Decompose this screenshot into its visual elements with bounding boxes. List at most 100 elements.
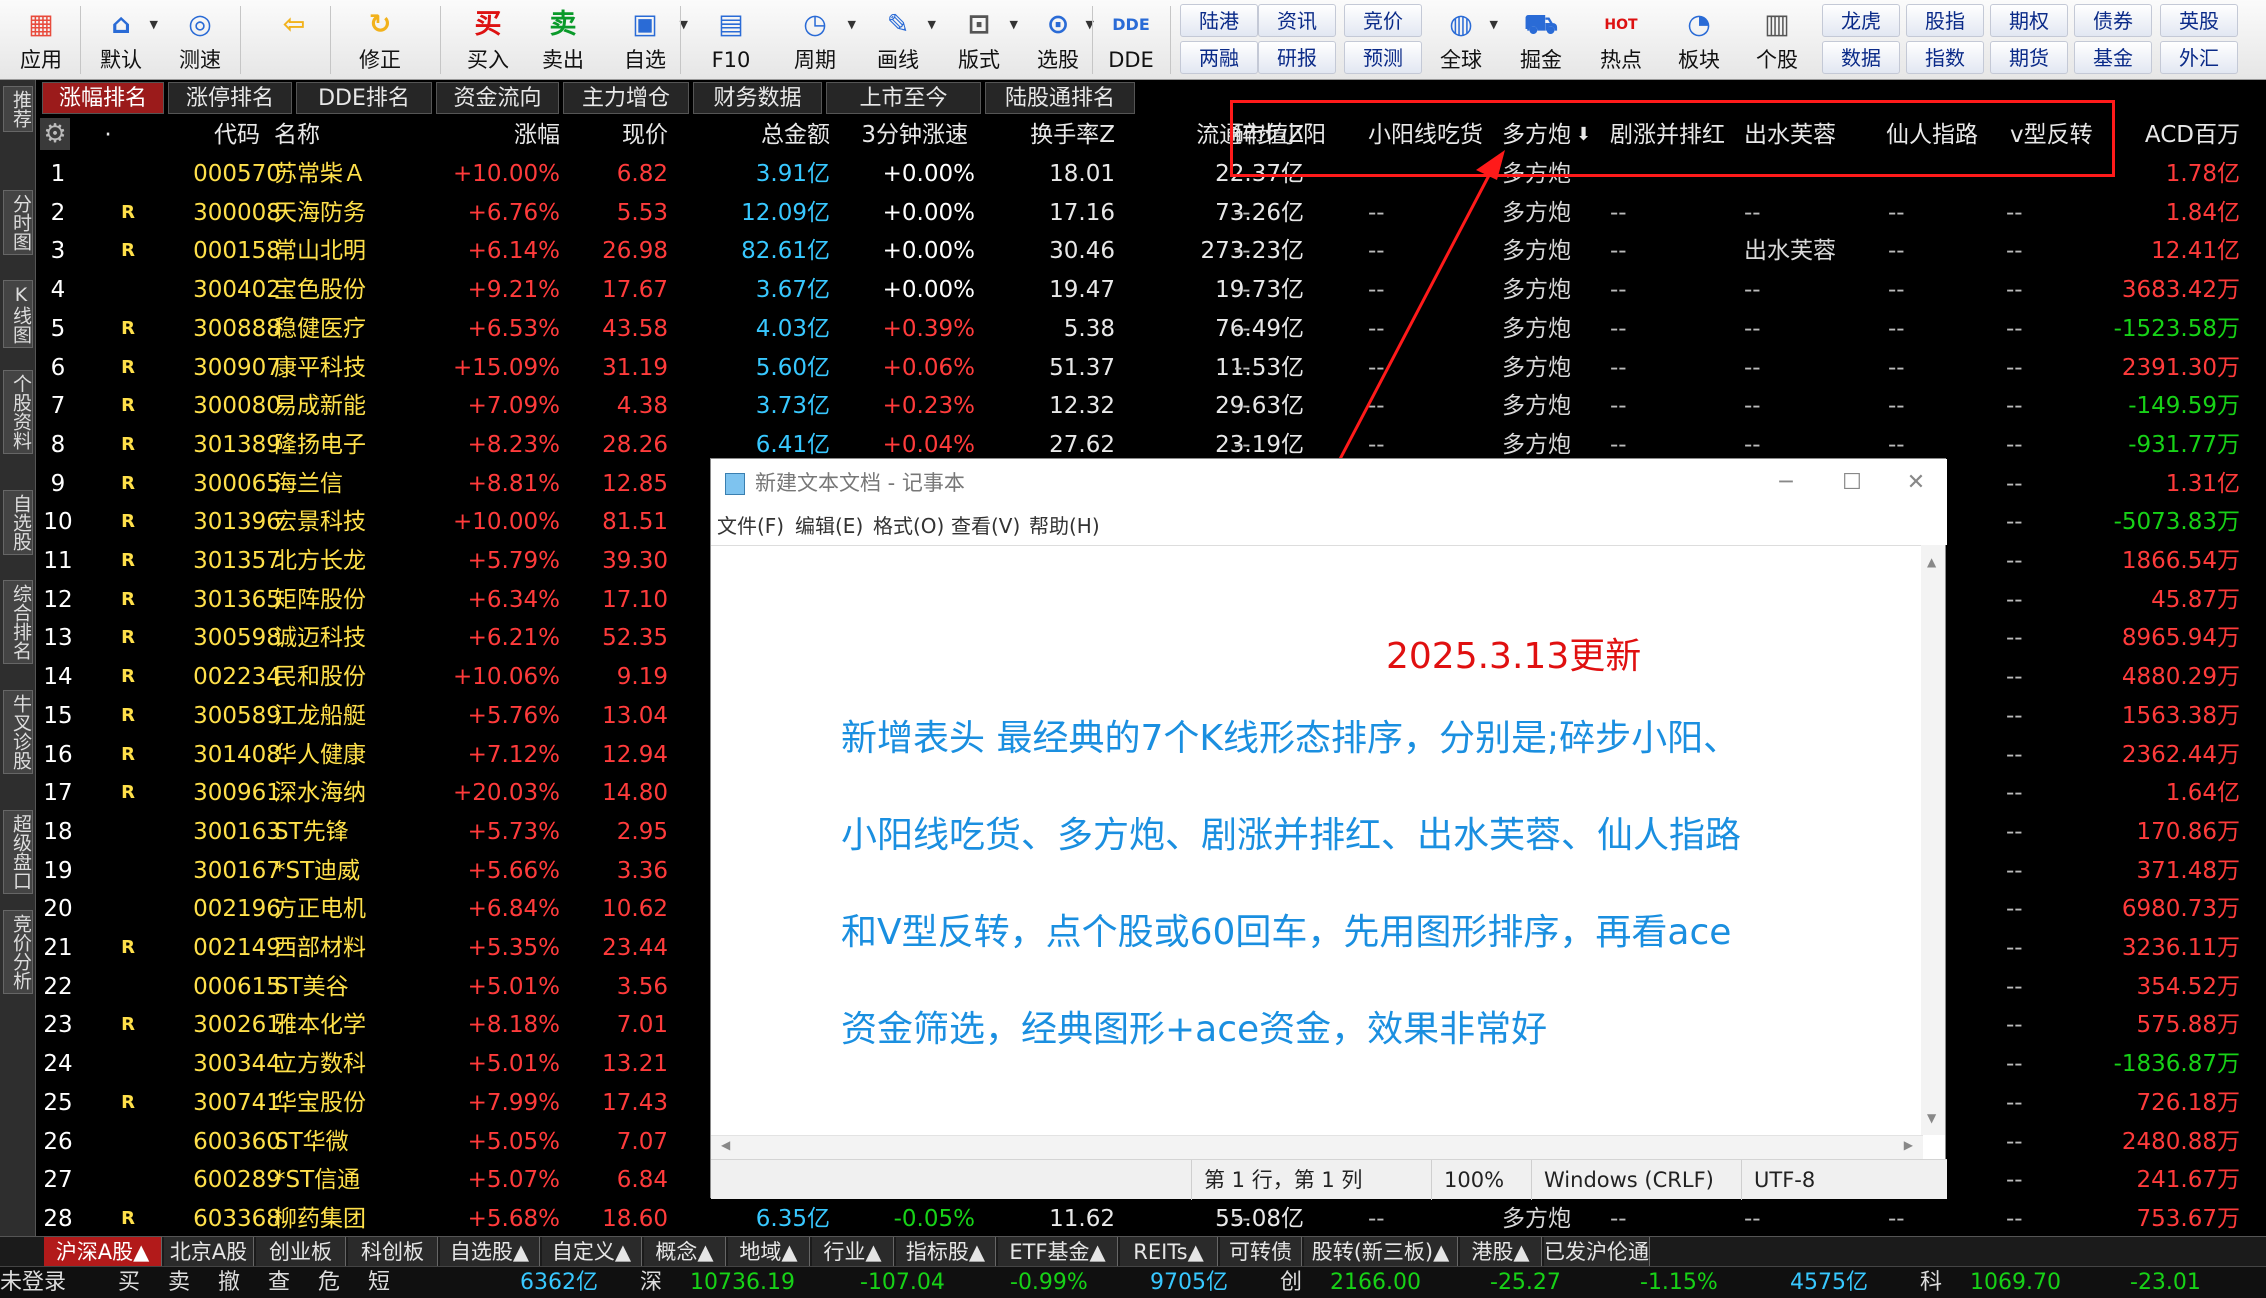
dropdown-arrow-icon[interactable]: ▼ xyxy=(1490,18,1498,31)
market-tab[interactable]: 股转(新三板)▲ xyxy=(1304,1237,1458,1267)
toolbar-button-2[interactable]: ◎ 测速 xyxy=(160,0,240,80)
toolbar-button-4[interactable]: ↻ 修正 xyxy=(340,0,420,80)
notepad-menu-item[interactable]: 帮助(H) xyxy=(1029,507,1100,545)
toolbar-button-13[interactable]: DDE DDE xyxy=(1096,0,1166,80)
toolbar-button-2-4[interactable]: ▥ 个股 xyxy=(1738,0,1816,80)
toolbar-button-2-1[interactable]: ⛟ 掘金 xyxy=(1502,0,1580,80)
dropdown-arrow-icon[interactable]: ▼ xyxy=(848,18,856,31)
tab-1[interactable]: 涨停排名 xyxy=(168,82,292,114)
market-tab[interactable]: 港股▲ xyxy=(1460,1237,1542,1267)
tab-5[interactable]: 财务数据 xyxy=(693,82,822,114)
quick-link-button[interactable]: 资讯 xyxy=(1258,4,1336,37)
status-item[interactable]: 短 xyxy=(368,1267,390,1298)
notepad-menu-item[interactable]: 格式(O) xyxy=(873,507,944,545)
quick-link-button[interactable]: 期货 xyxy=(1990,41,2068,74)
column-header-chg[interactable]: 涨幅 xyxy=(430,118,560,152)
close-button[interactable]: ✕ xyxy=(1891,465,1941,501)
quick-link-button[interactable]: 债券 xyxy=(2074,4,2152,37)
toolbar-button-1[interactable]: ⌂ 默认 ▼ xyxy=(82,0,160,80)
sidenav-item[interactable]: K线图 xyxy=(3,280,33,348)
column-header-turn[interactable]: 换手率Z xyxy=(988,118,1115,152)
toolbar-button-2-2[interactable]: HOT 热点 xyxy=(1582,0,1660,80)
status-item[interactable]: 撤 xyxy=(218,1267,240,1298)
column-header-name[interactable]: 名称 xyxy=(274,118,394,152)
toolbar-button-3[interactable]: ⇦ xyxy=(248,0,340,80)
quick-link-button[interactable]: 龙虎 xyxy=(1822,4,1900,37)
market-tab[interactable]: 指标股▲ xyxy=(896,1237,996,1267)
status-item[interactable]: 危 xyxy=(318,1267,340,1298)
table-row[interactable]: 5 R 300888 稳健医疗 +6.53% 43.58 4.03亿 +0.39% 5.38 76… xyxy=(38,310,2266,349)
toolbar-button-10[interactable]: ✎ 画线 ▼ xyxy=(858,0,938,80)
column-header-speed[interactable]: 3分钟涨速 xyxy=(818,118,968,152)
table-row[interactable]: 7 R 300080 易成新能 +7.09% 4.38 3.73亿 +0.23% 12.32 29… xyxy=(38,387,2266,426)
market-tab[interactable]: 地域▲ xyxy=(728,1237,810,1267)
tab-3[interactable]: 资金流向 xyxy=(436,82,559,114)
sidenav-item[interactable]: 牛叉诊股 xyxy=(3,690,33,774)
market-tab[interactable]: 创业板 xyxy=(256,1237,346,1267)
notepad-titlebar[interactable]: 新建文本文档 - 记事本 ─ ☐ ✕ xyxy=(711,459,1947,507)
toolbar-button-9[interactable]: ◷ 周期 ▼ xyxy=(772,0,858,80)
horizontal-scrollbar[interactable]: ◀ ▶ xyxy=(711,1135,1923,1159)
toolbar-button-11[interactable]: ⊡ 版式 ▼ xyxy=(938,0,1020,80)
market-tab[interactable]: 可转债 xyxy=(1220,1237,1302,1267)
quick-link-button[interactable]: 指数 xyxy=(1906,41,1984,74)
column-header-price[interactable]: 现价 xyxy=(568,118,668,152)
quick-link-button[interactable]: 两融 xyxy=(1180,41,1258,74)
tab-6[interactable]: 上市至今 xyxy=(826,82,981,114)
quick-link-button[interactable]: 数据 xyxy=(1822,41,1900,74)
toolbar-button-0[interactable]: ▦ 应用 xyxy=(0,0,82,80)
tab-0[interactable]: 涨幅排名 xyxy=(42,82,164,114)
column-header-idx[interactable]: · xyxy=(98,118,118,152)
quick-link-button[interactable]: 研报 xyxy=(1258,41,1336,74)
status-item[interactable]: 卖 xyxy=(168,1267,190,1298)
market-tab[interactable]: 已发沪伦通 xyxy=(1544,1237,1650,1267)
sidenav-item[interactable]: 综合排名 xyxy=(3,580,33,664)
market-tab[interactable]: ETF基金▲ xyxy=(998,1237,1118,1267)
quick-link-button[interactable]: 英股 xyxy=(2160,4,2238,37)
notepad-text-area[interactable]: 2025.3.13更新 新增表头 最经典的7个K线形态排序，分别是;碎步小阳、小… xyxy=(711,545,1923,1135)
toolbar-button-12[interactable]: ⊙ 选股 ▼ xyxy=(1020,0,1096,80)
sidenav-item[interactable]: 推荐 xyxy=(3,86,33,132)
table-row[interactable]: 6 R 300907 康平科技 +15.09% 31.19 5.60亿 +0.06% 51.37… xyxy=(38,349,2266,388)
market-tab[interactable]: 北京A股 xyxy=(164,1237,254,1267)
toolbar-button-7[interactable]: ▣ 自选 ▼ xyxy=(600,0,690,80)
vertical-scrollbar[interactable]: ▲ ▼ xyxy=(1921,545,1945,1135)
toolbar-button-2-0[interactable]: ◍ 全球 ▼ xyxy=(1422,0,1500,80)
quick-link-button[interactable]: 陆港 xyxy=(1180,4,1258,37)
status-item[interactable]: 查 xyxy=(268,1267,290,1298)
table-row[interactable]: 4 300402 宝色股份 +9.21% 17.67 3.67亿 +0.00% 19.47 19… xyxy=(38,271,2266,310)
dropdown-arrow-icon[interactable]: ▼ xyxy=(928,18,936,31)
market-tab[interactable]: 概念▲ xyxy=(644,1237,726,1267)
quick-link-button[interactable]: 外汇 xyxy=(2160,41,2238,74)
dropdown-arrow-icon[interactable]: ▼ xyxy=(1010,18,1018,31)
sidenav-item[interactable]: 竞价分析 xyxy=(3,910,33,994)
tab-4[interactable]: 主力增仓 xyxy=(563,82,689,114)
market-tab[interactable]: 科创板 xyxy=(348,1237,438,1267)
notepad-menu-item[interactable]: 文件(F) xyxy=(717,507,784,545)
quick-link-button[interactable]: 竞价 xyxy=(1344,4,1422,37)
notepad-menu-item[interactable]: 编辑(E) xyxy=(795,507,863,545)
quick-link-button[interactable]: 股指 xyxy=(1906,4,1984,37)
sidenav-item[interactable]: 超级盘口 xyxy=(3,810,33,894)
market-tab[interactable]: 沪深A股▲ xyxy=(44,1237,162,1267)
toolbar-button-6[interactable]: 卖卖出 xyxy=(526,0,600,80)
toolbar-button-8[interactable]: ▤ F10 xyxy=(690,0,772,80)
table-row[interactable]: 2 R 300008 天海防务 +6.76% 5.53 12.09亿 +0.00% 17.16 7… xyxy=(38,194,2266,233)
sidenav-item[interactable]: 分时图 xyxy=(3,190,33,255)
toolbar-button-5[interactable]: 买买入 xyxy=(450,0,526,80)
maximize-button[interactable]: ☐ xyxy=(1827,465,1877,501)
quick-link-button[interactable]: 期权 xyxy=(1990,4,2068,37)
status-item[interactable]: 未登录 xyxy=(0,1267,66,1298)
quick-link-button[interactable]: 预测 xyxy=(1344,41,1422,74)
notepad-menu-item[interactable]: 查看(V) xyxy=(951,507,1020,545)
dropdown-arrow-icon[interactable]: ▼ xyxy=(150,18,158,31)
column-header-amt[interactable]: 总金额 xyxy=(688,118,830,152)
market-tab[interactable]: REITs▲ xyxy=(1120,1237,1218,1267)
market-tab[interactable]: 行业▲ xyxy=(812,1237,894,1267)
tab-2[interactable]: DDE排名 xyxy=(296,82,432,114)
market-tab[interactable]: 自定义▲ xyxy=(542,1237,642,1267)
quick-link-button[interactable]: 基金 xyxy=(2074,41,2152,74)
sidenav-item[interactable]: 自选股 xyxy=(3,490,33,555)
minimize-button[interactable]: ─ xyxy=(1761,465,1811,501)
tab-7[interactable]: 陆股通排名 xyxy=(985,82,1135,114)
